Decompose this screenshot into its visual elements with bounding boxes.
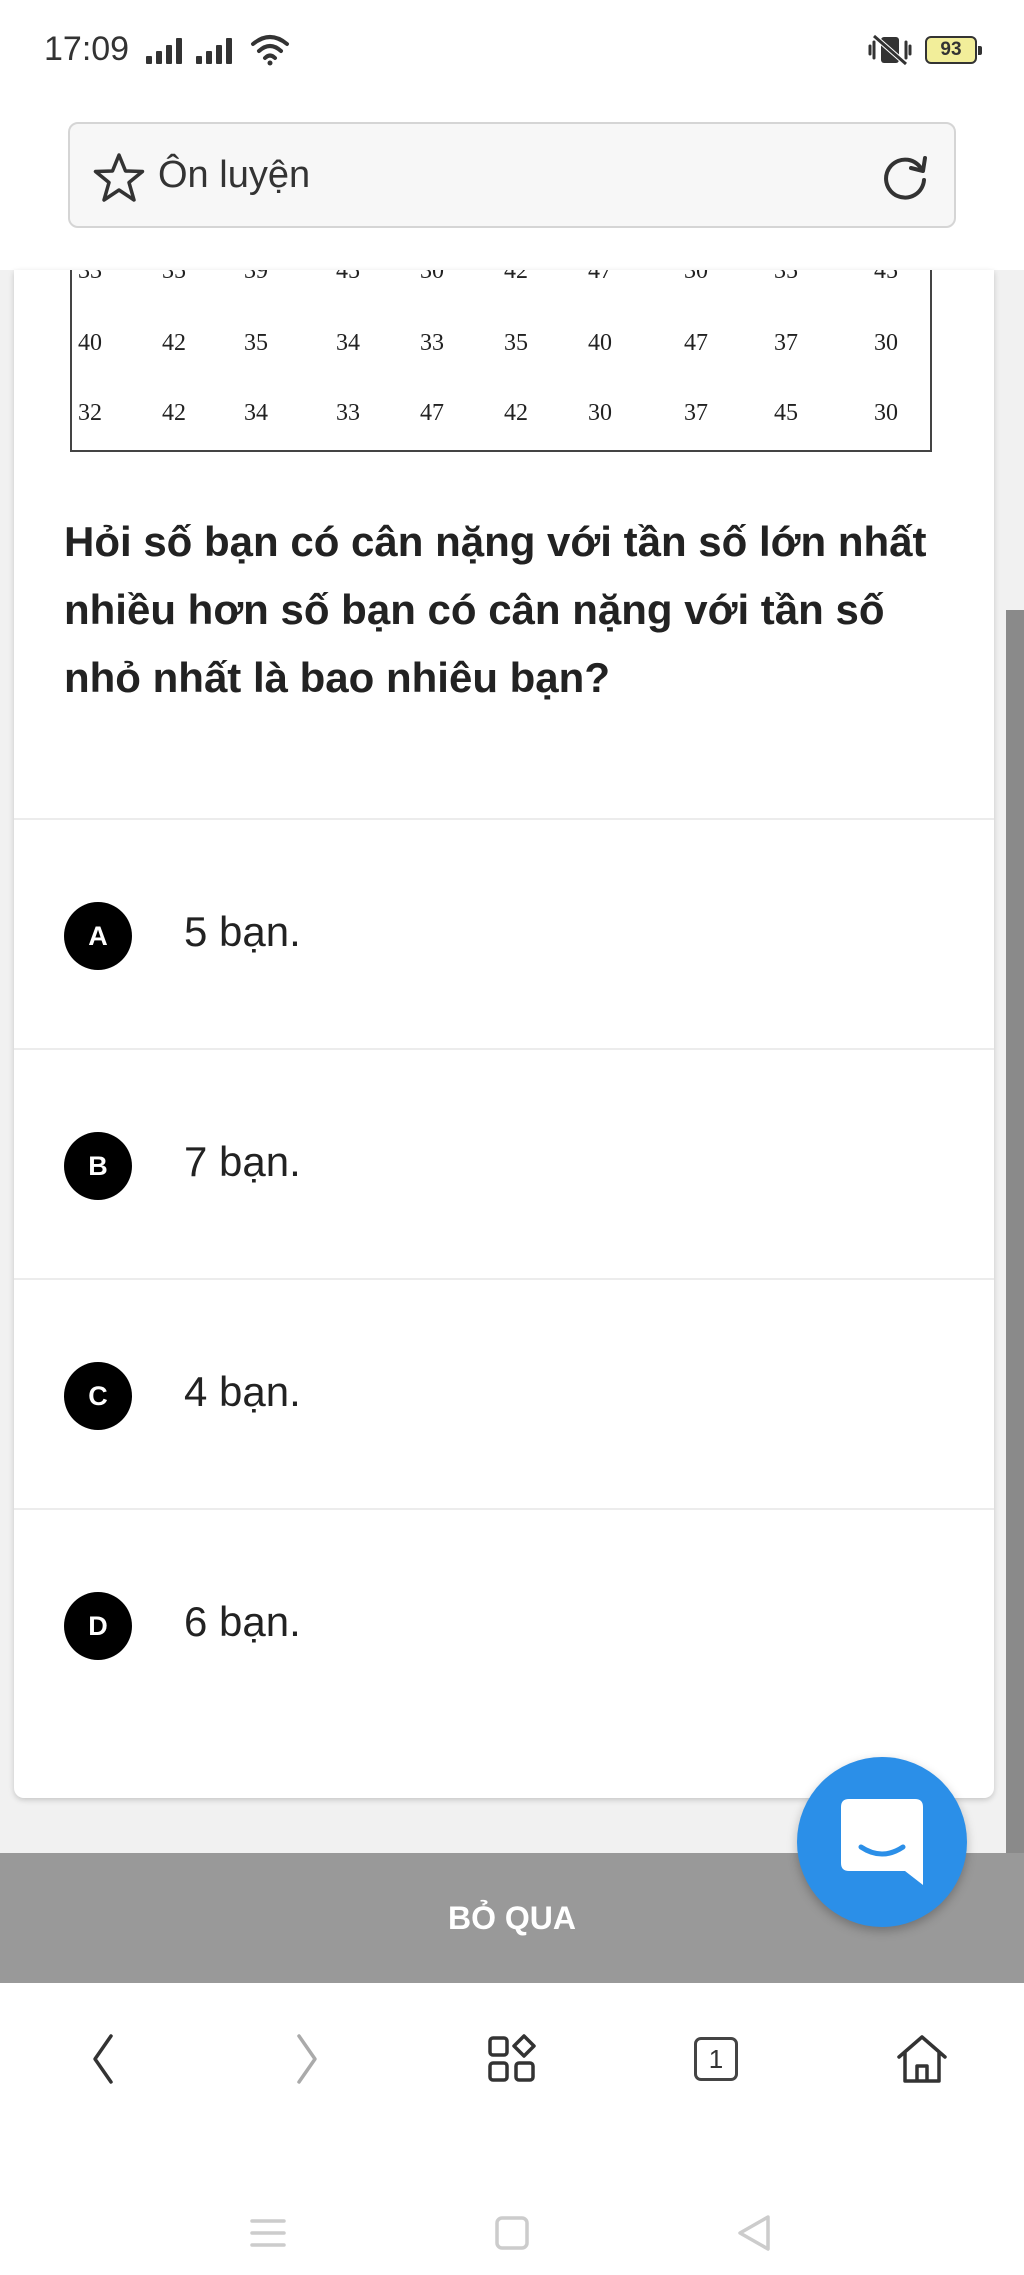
table-cell: 47 (588, 270, 612, 284)
option-d[interactable]: D 6 bạn. (14, 1508, 994, 1738)
table-cell: 42 (162, 330, 186, 356)
status-time: 17:09 (44, 30, 130, 68)
home-icon (897, 2035, 947, 2083)
battery-indicator: 93 (925, 36, 982, 64)
chevron-right-icon (297, 2034, 317, 2084)
header: Ôn luyện (0, 100, 1024, 270)
signal-2-icon (196, 34, 232, 64)
chat-button[interactable] (797, 1757, 967, 1927)
status-bar: 17:09 93 (0, 0, 1024, 100)
table-cell: 45 (774, 400, 798, 426)
option-a[interactable]: A 5 bạn. (14, 818, 994, 1048)
table-cell: 47 (684, 330, 708, 356)
table-cell: 34 (336, 330, 360, 356)
scrollbar-thumb[interactable] (1006, 610, 1024, 1855)
table-cell: 35 (504, 330, 528, 356)
data-table: 33 35 39 45 30 42 47 30 35 45 40 42 35 3… (70, 270, 932, 452)
table-cell: 33 (336, 400, 360, 426)
vibrate-off-icon (868, 34, 912, 66)
chat-icon (841, 1799, 923, 1885)
table-cell: 30 (588, 400, 612, 426)
table-cell: 39 (244, 270, 268, 284)
table-cell: 40 (78, 330, 102, 356)
table-cell: 30 (874, 400, 898, 426)
table-cell: 33 (420, 330, 444, 356)
table-cell: 45 (336, 270, 360, 284)
chevron-left-icon (93, 2034, 113, 2084)
page-title: Ôn luyện (158, 154, 311, 196)
option-letter-badge: B (64, 1132, 132, 1200)
table-cell: 32 (78, 400, 102, 426)
table-cell: 42 (504, 270, 528, 284)
option-letter-badge: D (64, 1592, 132, 1660)
table-cell: 30 (684, 270, 708, 284)
table-cell: 35 (244, 330, 268, 356)
option-b[interactable]: B 7 bạn. (14, 1048, 994, 1278)
tabs-button[interactable]: 1 (686, 2029, 746, 2089)
signal-1-icon (146, 34, 182, 64)
system-back-icon (738, 2215, 770, 2251)
option-text: 4 bạn. (184, 1368, 301, 1415)
system-menu-button[interactable] (246, 2211, 290, 2255)
tab-count: 1 (694, 2037, 738, 2081)
option-c[interactable]: C 4 bạn. (14, 1278, 994, 1508)
option-text: 7 bạn. (184, 1138, 301, 1185)
back-button[interactable] (72, 2029, 132, 2089)
system-recents-button[interactable] (490, 2211, 534, 2255)
table-cell: 47 (420, 400, 444, 426)
option-letter-badge: C (64, 1362, 132, 1430)
table-cell: 42 (504, 400, 528, 426)
table-cell: 37 (684, 400, 708, 426)
home-button[interactable] (892, 2029, 952, 2089)
forward-button[interactable] (278, 2029, 338, 2089)
table-cell: 40 (588, 330, 612, 356)
table-row: 32 42 34 33 47 42 30 37 45 30 (72, 400, 930, 440)
table-cell: 34 (244, 400, 268, 426)
title-box: Ôn luyện (68, 122, 956, 228)
table-cell: 37 (774, 330, 798, 356)
question-card: 33 35 39 45 30 42 47 30 35 45 40 42 35 3… (14, 270, 994, 1798)
table-row: 40 42 35 34 33 35 40 47 37 30 (72, 330, 930, 370)
table-cell: 42 (162, 400, 186, 426)
scrollbar[interactable] (1006, 270, 1024, 1855)
system-nav (0, 2133, 1024, 2275)
star-icon[interactable] (92, 152, 146, 204)
question-text: Hỏi số bạn có cân nặng với tần số lớn nh… (64, 518, 927, 701)
wifi-icon (251, 35, 289, 66)
menu-icon (250, 2219, 286, 2247)
apps-button[interactable] (482, 2029, 542, 2089)
option-text: 6 bạn. (184, 1598, 301, 1645)
table-cell: 35 (774, 270, 798, 284)
system-back-button[interactable] (732, 2211, 776, 2255)
table-cell: 30 (420, 270, 444, 284)
table-cell: 35 (162, 270, 186, 284)
refresh-icon[interactable] (878, 150, 932, 204)
apps-grid-icon (488, 2034, 536, 2082)
option-text: 5 bạn. (184, 908, 301, 955)
recents-icon (495, 2216, 529, 2250)
table-cell: 33 (78, 270, 102, 284)
table-cell: 45 (874, 270, 898, 284)
table-cell: 30 (874, 330, 898, 356)
table-row: 33 35 39 45 30 42 47 30 35 45 (72, 270, 930, 298)
browser-nav: 1 (0, 1983, 1024, 2133)
option-letter-badge: A (64, 902, 132, 970)
